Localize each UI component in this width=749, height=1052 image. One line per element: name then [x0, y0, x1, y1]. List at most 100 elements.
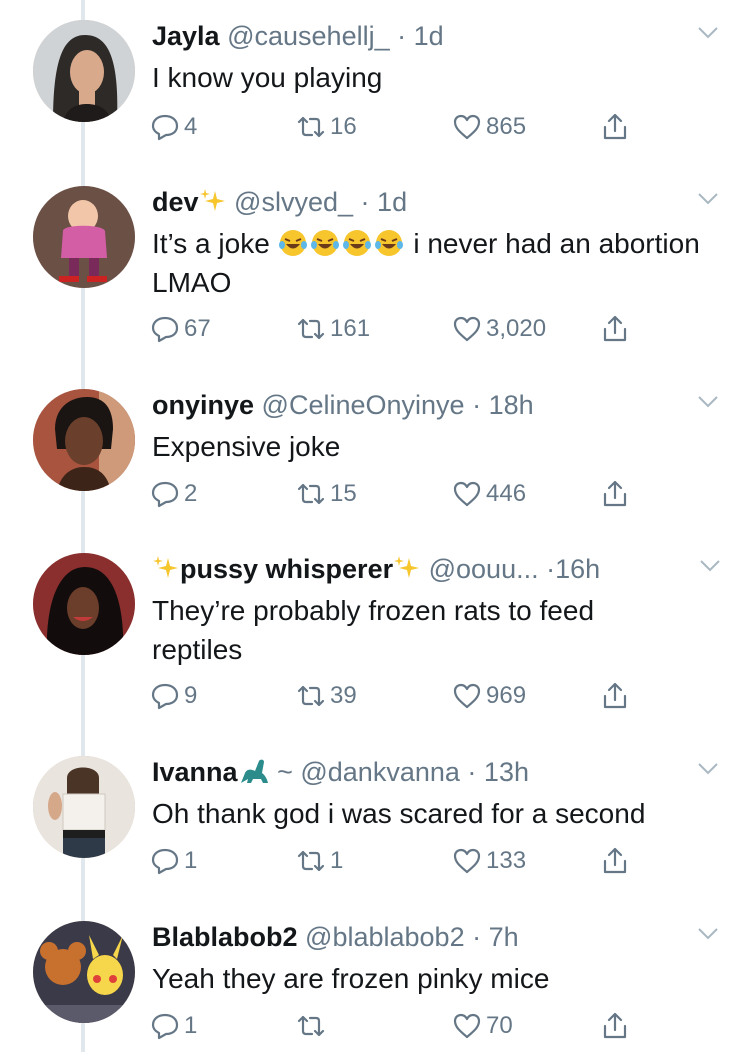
reply-button[interactable]: 2 [150, 477, 197, 511]
sparkles-emoji-icon [199, 189, 225, 211]
tweet-text: Yeah they are frozen pinky mice [152, 963, 550, 994]
action-bar: 1 70 [150, 1009, 640, 1043]
tweet-text: I know you playing [152, 62, 383, 93]
reply-button[interactable]: 4 [150, 110, 197, 144]
user-handle[interactable]: @causehellj_ [227, 21, 390, 51]
like-button[interactable]: 70 [452, 1009, 513, 1043]
action-bar: 2 15 446 [150, 477, 640, 511]
retweet-button[interactable]: 1 [296, 844, 343, 878]
avatar[interactable] [33, 921, 135, 1023]
like-button[interactable]: 969 [452, 679, 526, 713]
woman-dark-hair-avatar-icon [33, 553, 135, 655]
separator-dot: · [360, 187, 370, 217]
retweet-button[interactable]: 161 [296, 312, 370, 346]
share-button[interactable] [600, 110, 634, 144]
retweet-count: 39 [330, 682, 357, 709]
tweet-header: pussy whisperer @oouu... ·16h [152, 553, 600, 585]
separator-dot: · [472, 922, 482, 952]
like-count: 133 [486, 847, 527, 874]
share-button[interactable] [600, 679, 634, 713]
share-button[interactable] [600, 1009, 634, 1043]
tweet-reply[interactable]: Blablabob2 @blablabob2 · 7h Yeah they ar… [0, 921, 749, 1052]
laughing-tears-emoji-icon [310, 230, 339, 256]
display-name[interactable]: Ivanna [152, 757, 238, 787]
retweet-button[interactable]: 15 [296, 477, 357, 511]
like-button[interactable]: 133 [452, 844, 526, 878]
share-icon [603, 315, 627, 342]
reply-button[interactable]: 67 [150, 312, 211, 346]
avatar[interactable] [33, 553, 135, 655]
display-name[interactable]: dev [152, 187, 199, 217]
heart-icon [453, 848, 481, 874]
avatar[interactable] [33, 756, 135, 858]
retweet-icon [297, 1015, 325, 1037]
chevron-down-icon[interactable] [697, 395, 719, 409]
chevron-down-icon[interactable] [697, 927, 719, 941]
share-button[interactable] [600, 312, 634, 346]
display-name[interactable]: onyinye [152, 390, 254, 420]
like-count: 865 [486, 113, 527, 140]
heart-icon [453, 1013, 481, 1039]
timestamp[interactable]: 1d [377, 187, 407, 217]
user-handle[interactable]: @slvyed_ [234, 187, 353, 217]
display-name[interactable]: Jayla [152, 21, 220, 51]
share-icon [603, 480, 627, 507]
reply-button[interactable]: 9 [150, 679, 197, 713]
tweet-header: Jayla @causehellj_ · 1d [152, 20, 444, 52]
reply-count: 67 [184, 315, 211, 342]
action-bar: 1 1 133 [150, 844, 640, 878]
like-count: 446 [486, 480, 527, 507]
cartoon-mouse-pikachu-avatar-icon [33, 921, 135, 1023]
share-icon [603, 113, 627, 140]
retweet-count: 1 [330, 847, 344, 874]
tweet-reply[interactable]: dev @slvyed_ · 1d It’s a joke i never ha… [0, 186, 749, 356]
tweet-header: Blablabob2 @blablabob2 · 7h [152, 921, 519, 953]
avatar[interactable] [33, 20, 135, 122]
tweet-reply[interactable]: Ivanna ~ @dankvanna · 13h Oh thank god i… [0, 756, 749, 886]
reply-icon [151, 114, 179, 141]
reply-icon [151, 481, 179, 508]
timestamp[interactable]: 1d [414, 21, 444, 51]
retweet-icon [297, 685, 325, 707]
share-button[interactable] [600, 844, 634, 878]
like-button[interactable]: 446 [452, 477, 526, 511]
like-count: 70 [486, 1012, 513, 1039]
display-name[interactable]: Blablabob2 [152, 922, 298, 952]
reply-button[interactable]: 1 [150, 844, 197, 878]
chevron-down-icon[interactable] [697, 192, 719, 206]
user-handle[interactable]: @dankvanna [300, 757, 460, 787]
heart-icon [453, 316, 481, 342]
reply-icon [151, 316, 179, 343]
reply-count: 1 [184, 847, 198, 874]
timestamp[interactable]: 7h [489, 922, 519, 952]
tweet-reply[interactable]: onyinye @CelineOnyinye · 18h Expensive j… [0, 389, 749, 519]
laughing-tears-emoji-icon [374, 230, 403, 256]
reply-button[interactable]: 1 [150, 1009, 197, 1043]
retweet-button[interactable]: 39 [296, 679, 357, 713]
chevron-down-icon[interactable] [699, 559, 721, 573]
avatar[interactable] [33, 389, 135, 491]
display-name[interactable]: pussy whisperer [180, 554, 393, 584]
chevron-down-icon[interactable] [697, 762, 719, 776]
tweet-reply[interactable]: pussy whisperer @oouu... ·16h They’re pr… [0, 553, 749, 723]
tweet-text: Oh thank god i was scared for a second [152, 798, 646, 829]
chevron-down-icon[interactable] [697, 26, 719, 40]
avatar[interactable] [33, 186, 135, 288]
timestamp[interactable]: 13h [484, 757, 529, 787]
like-button[interactable]: 865 [452, 110, 526, 144]
timestamp[interactable]: 16h [555, 554, 600, 584]
timestamp[interactable]: 18h [489, 390, 534, 420]
retweet-button[interactable]: 16 [296, 110, 357, 144]
like-button[interactable]: 3,020 [452, 312, 546, 346]
reply-icon [151, 848, 179, 875]
mirror-selfie-avatar-icon [33, 756, 135, 858]
user-handle[interactable]: @blablabob2 [305, 922, 465, 952]
retweet-count: 16 [330, 113, 357, 140]
tweet-text-part: It’s a joke [152, 228, 270, 259]
share-button[interactable] [600, 477, 634, 511]
retweet-button[interactable] [296, 1009, 330, 1043]
user-handle[interactable]: @oouu... [429, 554, 539, 584]
tweet-reply[interactable]: Jayla @causehellj_ · 1d I know you playi… [0, 20, 749, 170]
user-handle[interactable]: @CelineOnyinye [262, 390, 465, 420]
like-count: 3,020 [486, 315, 547, 342]
